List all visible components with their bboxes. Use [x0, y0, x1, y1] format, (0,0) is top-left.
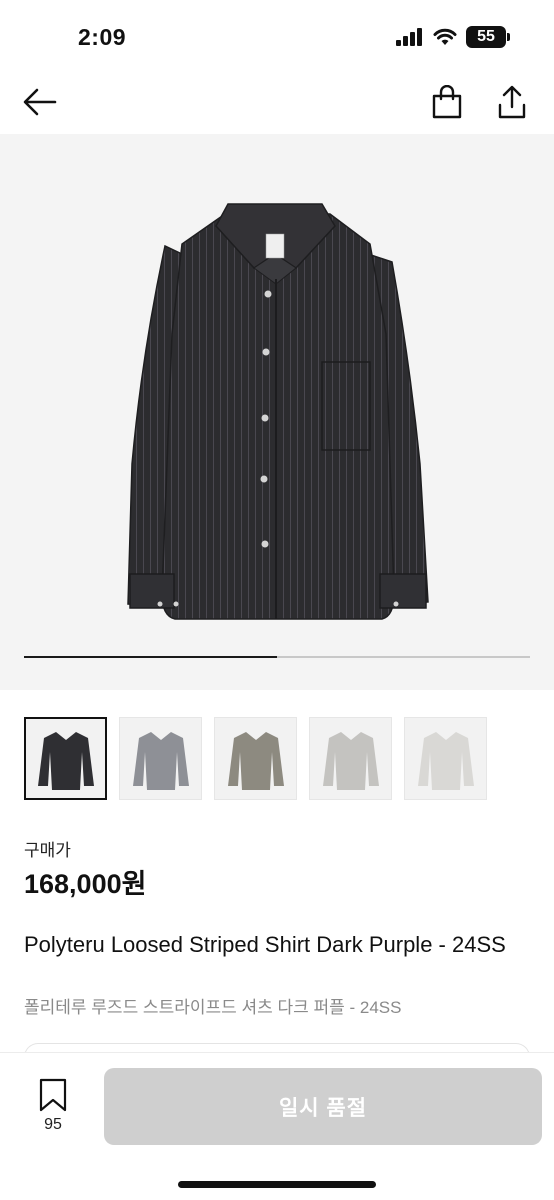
back-button[interactable]	[20, 82, 60, 122]
product-image-carousel[interactable]	[0, 134, 554, 690]
product-shirt-image	[127, 203, 429, 620]
cellular-signal-icon	[396, 28, 422, 46]
share-button[interactable]	[492, 82, 532, 122]
image-progress-track	[24, 656, 530, 658]
nav-bar	[0, 70, 554, 134]
shopping-bag-button[interactable]	[427, 82, 467, 122]
bookmark-button[interactable]: 95	[30, 1078, 76, 1134]
image-progress-fill	[24, 656, 277, 658]
shirt-thumbnail-icon	[417, 731, 474, 790]
thumbnail-gray[interactable]	[119, 717, 202, 800]
shirt-thumbnail-icon	[227, 731, 284, 790]
thumbnail-strip	[24, 717, 487, 800]
price-value: 168,000원	[24, 869, 147, 899]
shirt-thumbnail-icon	[322, 731, 379, 790]
shirt-thumbnail-icon	[37, 731, 94, 790]
status-icons: 55	[396, 26, 510, 48]
battery-indicator: 55	[466, 26, 510, 48]
bookmark-count: 95	[44, 1116, 62, 1133]
thumbnail-off-white[interactable]	[404, 717, 487, 800]
price-label: 구매가	[24, 841, 71, 860]
shirt-thumbnail-icon	[132, 731, 189, 790]
thumbnail-dark-charcoal[interactable]	[24, 717, 107, 800]
thumbnail-khaki-gray[interactable]	[214, 717, 297, 800]
home-indicator	[178, 1181, 376, 1188]
arrow-left-icon	[23, 88, 57, 116]
wifi-icon	[433, 28, 457, 45]
status-time: 2:09	[78, 24, 127, 50]
status-bar: 2:09 55	[0, 0, 554, 70]
product-title-en: Polyteru Loosed Striped Shirt Dark Purpl…	[24, 932, 506, 957]
share-icon	[498, 85, 526, 119]
shopping-bag-icon	[432, 85, 462, 119]
thumbnail-light-gray[interactable]	[309, 717, 392, 800]
bookmark-icon	[39, 1078, 67, 1112]
product-title-ko: 폴리테루 루즈드 스트라이프드 셔츠 다크 퍼플 - 24SS	[24, 998, 402, 1017]
soldout-button[interactable]: 일시 품절	[104, 1068, 542, 1145]
